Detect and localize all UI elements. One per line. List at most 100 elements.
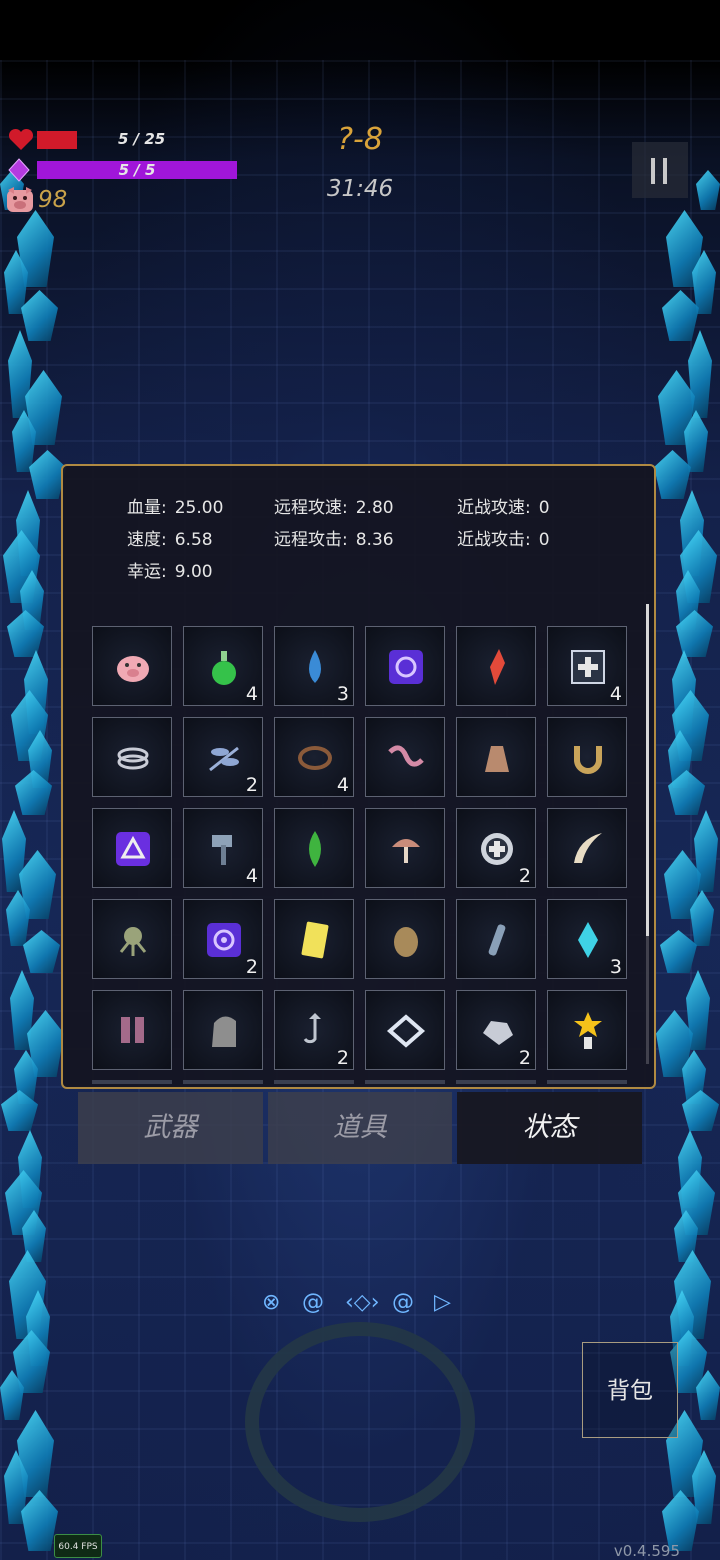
item-slot[interactable]: 2 [274, 990, 354, 1070]
item-slot-partial [183, 1080, 263, 1084]
item-count: 4 [336, 774, 349, 796]
item-slot[interactable] [92, 717, 172, 797]
item-slot-partial [365, 1080, 445, 1084]
game-timer: 31:46 [326, 176, 394, 202]
summoning-ring [245, 1322, 475, 1522]
item-slot[interactable]: 2 [456, 808, 536, 888]
tombstone-icon [212, 1016, 236, 1047]
item-count: 2 [518, 1047, 531, 1069]
tab-weapons[interactable]: 武器 [78, 1092, 263, 1164]
crystal-shard [660, 930, 697, 973]
item-slot[interactable] [547, 990, 627, 1070]
piggy-bank-icon [117, 656, 149, 682]
diamond-frame-icon [386, 1014, 426, 1048]
item-count: 4 [245, 683, 258, 705]
item-slot[interactable] [92, 899, 172, 979]
star-trophy-icon [574, 1012, 602, 1049]
silver-rings-icon [117, 747, 149, 770]
item-scrollbar[interactable] [646, 604, 649, 1064]
purple-spiral-rune-icon [389, 650, 423, 684]
item-count: 2 [336, 1047, 349, 1069]
crystal-shard [21, 290, 58, 341]
item-slot[interactable] [183, 990, 263, 1070]
item-slot[interactable] [92, 990, 172, 1070]
hook-icon [303, 1013, 321, 1044]
water-drop-icon [309, 650, 321, 683]
item-slot[interactable]: 2 [183, 717, 263, 797]
stat-ranged-speed: 远程攻速: 2.80 [274, 498, 394, 518]
stat-luck: 幸运: 9.00 [127, 562, 213, 582]
item-slot[interactable] [365, 626, 445, 706]
item-count: 3 [609, 956, 622, 978]
tab-items[interactable]: 道具 [268, 1092, 452, 1164]
item-slot-partial [274, 1080, 354, 1084]
egg-icon [394, 927, 418, 957]
version-label: v0.4.595 [613, 1542, 680, 1560]
octopus-icon [119, 927, 147, 956]
item-slot[interactable] [547, 717, 627, 797]
horseshoe-icon [574, 746, 602, 774]
item-slot[interactable]: 4 [547, 626, 627, 706]
item-count: 2 [245, 774, 258, 796]
item-slot[interactable] [456, 899, 536, 979]
cross-shield-ring-icon [481, 833, 513, 865]
item-slot[interactable]: 4 [183, 626, 263, 706]
cyan-crystal-icon [578, 922, 598, 958]
item-slot[interactable]: 3 [274, 626, 354, 706]
pause-icon [651, 158, 655, 184]
stat-hp: 血量: 25.00 [127, 498, 224, 518]
backpack-button[interactable]: 背包 [582, 1342, 678, 1438]
health-plus-box-icon [571, 650, 605, 684]
pouch-icon [485, 746, 509, 772]
item-slot[interactable] [365, 899, 445, 979]
item-slot[interactable] [274, 899, 354, 979]
item-slot-partial [456, 1080, 536, 1084]
item-count: 3 [336, 683, 349, 705]
item-slot[interactable] [274, 808, 354, 888]
item-slot[interactable]: 2 [183, 899, 263, 979]
vial-icon [488, 924, 506, 956]
item-count: 4 [609, 683, 622, 705]
rune-glyph-icon: ⊗ [262, 1290, 281, 1315]
item-slot[interactable] [365, 717, 445, 797]
item-slot[interactable]: 2 [456, 990, 536, 1070]
thorn-wreath-icon [298, 746, 332, 770]
item-slot[interactable]: 4 [183, 808, 263, 888]
stat-ranged-attack: 远程攻击: 8.36 [274, 530, 394, 550]
stat-melee-speed: 近战攻速: 0 [457, 498, 550, 518]
yellow-card-icon [301, 921, 329, 959]
stat-speed: 速度: 6.58 [127, 530, 213, 550]
item-slot[interactable] [547, 808, 627, 888]
item-count: 4 [245, 865, 258, 887]
crystal-shard [21, 1490, 58, 1551]
rune-glyph-icon: @ [302, 1290, 324, 1315]
fps-counter: 60.4 FPS [54, 1534, 102, 1558]
item-slot[interactable] [365, 808, 445, 888]
item-slot[interactable] [365, 990, 445, 1070]
boots-icon [121, 1017, 144, 1043]
purple-triangle-rune-icon [116, 832, 150, 866]
level-indicator: ?-8 [337, 122, 383, 157]
tab-status[interactable]: 状态 [457, 1092, 642, 1164]
hammer-icon [212, 835, 232, 865]
item-slot[interactable] [456, 626, 536, 706]
green-leaf-crystal-icon [309, 831, 321, 867]
crystal-shard [662, 290, 699, 341]
worm-icon [388, 745, 424, 767]
mushroom-icon [392, 839, 420, 863]
item-slot[interactable]: 4 [274, 717, 354, 797]
pause-button[interactable] [632, 142, 688, 198]
item-slot-partial [547, 1080, 627, 1084]
item-slot[interactable] [456, 717, 536, 797]
item-count: 2 [518, 865, 531, 887]
crystal-shard [654, 450, 691, 499]
item-slot[interactable]: 3 [547, 899, 627, 979]
silver-ore-icon [483, 1021, 513, 1045]
item-slot-partial [92, 1080, 172, 1084]
item-slot[interactable] [92, 626, 172, 706]
scroll-thumb[interactable] [646, 604, 649, 936]
pause-icon [663, 158, 667, 184]
rune-glyph-icon: @ [392, 1290, 414, 1315]
rune-glyph-icon: ▷ [434, 1290, 451, 1315]
item-slot[interactable] [92, 808, 172, 888]
